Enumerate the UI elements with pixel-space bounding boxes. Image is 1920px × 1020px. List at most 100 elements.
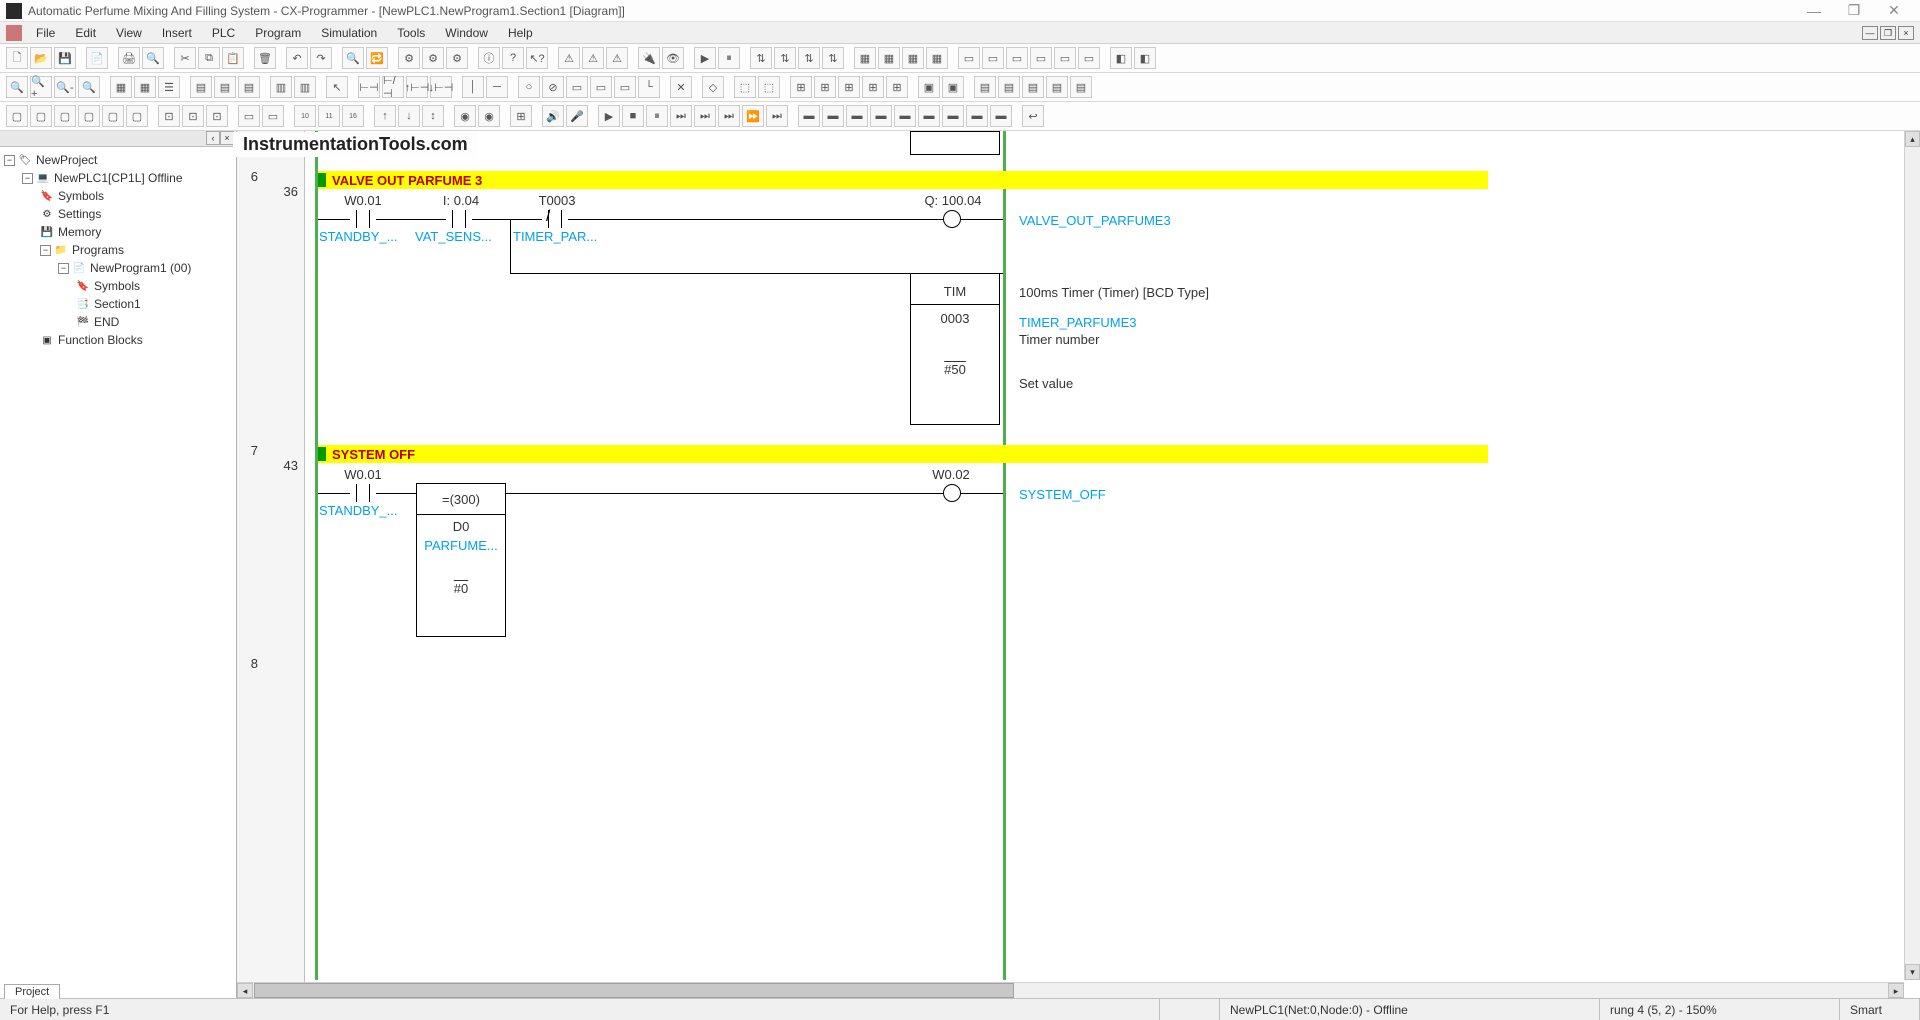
horizontal-scrollbar[interactable]: ◂ ▸ xyxy=(237,982,1904,998)
menu-edit[interactable]: Edit xyxy=(65,24,106,42)
zoom-sel-icon[interactable]: 🔍 xyxy=(78,76,100,98)
net1-icon[interactable]: ▦ xyxy=(854,47,876,69)
viewa-icon[interactable]: ▤ xyxy=(190,76,212,98)
mdi-restore-button[interactable]: ❐ xyxy=(1880,26,1896,40)
v3-icon[interactable]: ▤ xyxy=(1022,76,1044,98)
comp-icon[interactable]: ▭ xyxy=(590,76,612,98)
new-icon[interactable]: 🗋 xyxy=(6,47,28,69)
menu-program[interactable]: Program xyxy=(245,24,311,42)
mdi-close-button[interactable]: × xyxy=(1898,26,1914,40)
mic-icon[interactable]: 🎤 xyxy=(566,105,588,127)
scroll-up-icon[interactable]: ▴ xyxy=(1905,131,1920,147)
stepi-icon[interactable]: ⏭ xyxy=(718,105,740,127)
upd-icon[interactable]: ↕ xyxy=(422,105,444,127)
tree-section1[interactable]: 📑Section1 xyxy=(4,295,232,313)
t4-icon[interactable]: ⊞ xyxy=(862,76,884,98)
delete-icon[interactable]: 🗑 xyxy=(254,47,276,69)
contact-no-icon[interactable]: ⊢⊣ xyxy=(358,76,380,98)
hline-icon[interactable]: ─ xyxy=(486,76,508,98)
w4-icon[interactable]: ▢ xyxy=(78,105,100,127)
coil-icon[interactable]: ○ xyxy=(518,76,540,98)
align9-icon[interactable]: ▬ xyxy=(990,105,1012,127)
online-icon[interactable]: 🔌 xyxy=(638,47,660,69)
x1-icon[interactable]: ⊡ xyxy=(158,105,180,127)
maximize-button[interactable]: ❐ xyxy=(1834,2,1874,19)
sim-b-icon[interactable]: ◉ xyxy=(478,105,500,127)
scroll-down-icon[interactable]: ▾ xyxy=(1905,964,1920,980)
sim3-icon[interactable]: ⬚ xyxy=(758,76,780,98)
align5-icon[interactable]: ▬ xyxy=(894,105,916,127)
w5-icon[interactable]: ▢ xyxy=(102,105,124,127)
v5-icon[interactable]: ▤ xyxy=(1070,76,1092,98)
u1-icon[interactable]: ▣ xyxy=(918,76,940,98)
menu-view[interactable]: View xyxy=(106,24,152,42)
sim-a-icon[interactable]: ◉ xyxy=(454,105,476,127)
w2-icon[interactable]: ▢ xyxy=(30,105,52,127)
transfer1-icon[interactable]: ⇅ xyxy=(750,47,772,69)
w1-icon[interactable]: ▢ xyxy=(6,105,28,127)
tree-newprogram[interactable]: −📄NewProgram1 (00) xyxy=(4,259,232,277)
undo-icon[interactable]: ↶ xyxy=(286,47,308,69)
net2-icon[interactable]: ▦ xyxy=(878,47,900,69)
align1-icon[interactable]: ▬ xyxy=(798,105,820,127)
sim1-icon[interactable]: ◇ xyxy=(702,76,724,98)
v4-icon[interactable]: ▤ xyxy=(1046,76,1068,98)
y2-icon[interactable]: ▭ xyxy=(262,105,284,127)
mem1-icon[interactable]: ▭ xyxy=(958,47,980,69)
vline-icon[interactable]: │ xyxy=(462,76,484,98)
align3-icon[interactable]: ▬ xyxy=(846,105,868,127)
transfer2-icon[interactable]: ⇅ xyxy=(774,47,796,69)
view2-icon[interactable]: ▦ xyxy=(134,76,156,98)
tree-root[interactable]: −🏷NewProject xyxy=(4,151,232,169)
t3-icon[interactable]: ⊞ xyxy=(838,76,860,98)
step-icon[interactable]: ⏭ xyxy=(670,105,692,127)
x2-icon[interactable]: ⊡ xyxy=(182,105,204,127)
align8-icon[interactable]: ▬ xyxy=(966,105,988,127)
zoom-out-icon[interactable]: 🔍- xyxy=(54,76,76,98)
project-tree[interactable]: −🏷NewProject −💻NewPLC1[CP1L] Offline 🔖Sy… xyxy=(0,147,236,998)
tool-a-icon[interactable]: ⚙ xyxy=(398,47,420,69)
w6-icon[interactable]: ▢ xyxy=(126,105,148,127)
viewc-icon[interactable]: ▤ xyxy=(238,76,260,98)
stepo-icon[interactable]: ⏭ xyxy=(694,105,716,127)
redo-icon[interactable]: ↷ xyxy=(310,47,332,69)
mem2-icon[interactable]: ▭ xyxy=(982,47,1004,69)
menu-file[interactable]: File xyxy=(26,24,65,42)
run-icon[interactable]: ▶ xyxy=(694,47,716,69)
output-coil[interactable] xyxy=(943,210,961,228)
contact-no[interactable] xyxy=(446,210,472,228)
contact-p-icon[interactable]: ↑⊢⊣ xyxy=(406,76,428,98)
project-tab[interactable]: Project xyxy=(4,984,60,999)
menu-tools[interactable]: Tools xyxy=(387,24,435,42)
z16-icon[interactable]: 16 xyxy=(342,105,364,127)
paste-icon[interactable]: 📋 xyxy=(222,47,244,69)
tree-memory[interactable]: 💾Memory xyxy=(4,223,232,241)
mem5-icon[interactable]: ▭ xyxy=(1054,47,1076,69)
rung-header[interactable]: SYSTEM OFF xyxy=(318,445,1488,463)
pointer-icon[interactable]: ↖ xyxy=(326,76,348,98)
replace-icon[interactable]: 🔁 xyxy=(366,47,388,69)
viewd-icon[interactable]: ▥ xyxy=(270,76,292,98)
t2-icon[interactable]: ⊞ xyxy=(814,76,836,98)
end-icon[interactable]: ⏭ xyxy=(766,105,788,127)
tree-symbols2[interactable]: 🔖Symbols xyxy=(4,277,232,295)
compile-icon[interactable]: ⚠ xyxy=(558,47,580,69)
del-elem-icon[interactable]: ✕ xyxy=(670,76,692,98)
help-icon[interactable]: ? xyxy=(502,47,524,69)
tree-plc[interactable]: −💻NewPLC1[CP1L] Offline xyxy=(4,169,232,187)
menu-plc[interactable]: PLC xyxy=(202,24,245,42)
snd-icon[interactable]: 🔊 xyxy=(542,105,564,127)
pause-icon[interactable]: ⏸ xyxy=(718,47,740,69)
up-icon[interactable]: ↑ xyxy=(374,105,396,127)
print-icon[interactable]: 🖨 xyxy=(118,47,140,69)
mem3-icon[interactable]: ▭ xyxy=(1006,47,1028,69)
net3-icon[interactable]: ▦ xyxy=(902,47,924,69)
u2-icon[interactable]: ▣ xyxy=(942,76,964,98)
compare-box[interactable]: =(300) D0 PARFUME... #0 xyxy=(416,483,506,637)
x3-icon[interactable]: ⊡ xyxy=(206,105,228,127)
menu-insert[interactable]: Insert xyxy=(152,24,202,42)
view1-icon[interactable]: ▦ xyxy=(110,76,132,98)
y1-icon[interactable]: ▭ xyxy=(238,105,260,127)
copy-icon[interactable]: ⧉ xyxy=(198,47,220,69)
open-icon[interactable]: 📂 xyxy=(30,47,52,69)
